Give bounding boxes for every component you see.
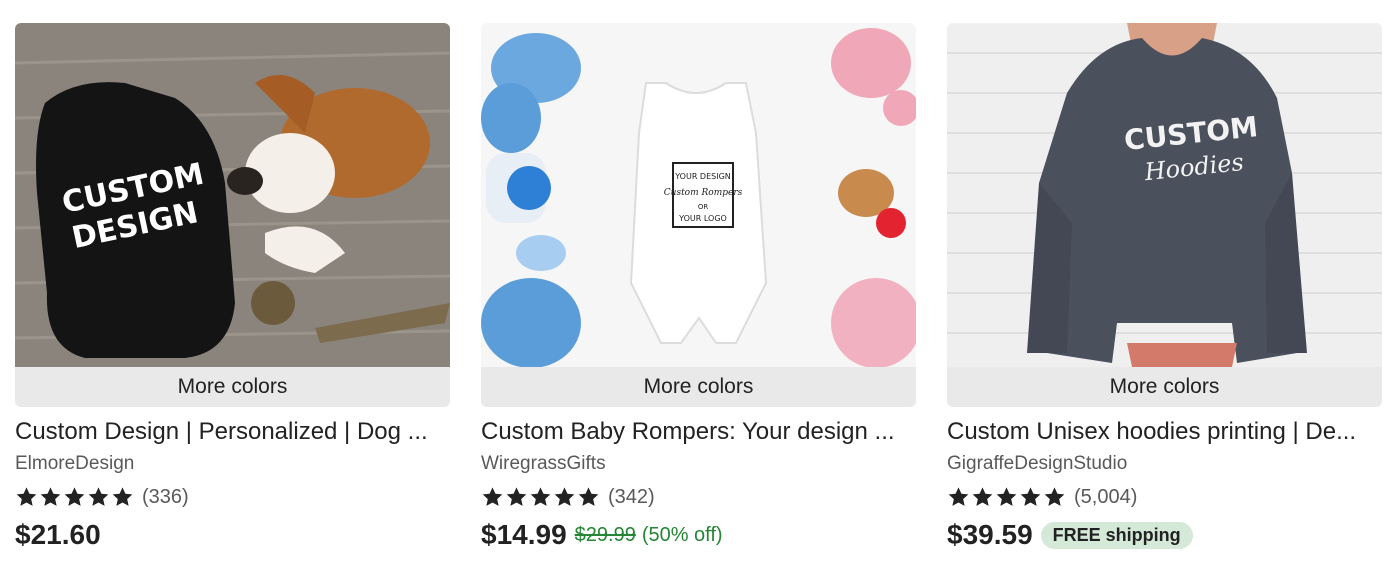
listing-image[interactable]: YOUR DESIGN Custom Rompers OR YOUR LOGO … xyxy=(481,23,916,407)
product-photo-hoodie: CUSTOM Hoodies xyxy=(947,23,1382,367)
shop-name: GigraffeDesignStudio xyxy=(947,453,1128,474)
shop-name: WiregrassGifts xyxy=(481,453,606,474)
rating: (5,004) xyxy=(947,484,1382,510)
listing-card[interactable]: CUSTOM Hoodies More colors Custom Unisex… xyxy=(947,23,1382,552)
sale-price: $14.99 xyxy=(481,519,567,550)
listing-title[interactable]: Custom Unisex hoodies printing | De... xyxy=(947,417,1379,447)
star-icon xyxy=(554,487,575,506)
listing-card[interactable]: CUSTOM DESIGN More colors Custom Design … xyxy=(15,23,450,552)
price-row: $39.59 FREE shipping xyxy=(947,518,1382,552)
free-shipping-badge: FREE shipping xyxy=(1040,521,1193,549)
review-count: (336) xyxy=(142,485,189,508)
romper-print-line-3: OR xyxy=(698,203,709,211)
original-price: $29.99 xyxy=(574,523,636,546)
review-count: (5,004) xyxy=(1074,485,1138,508)
star-icon xyxy=(948,487,969,506)
star-icon xyxy=(64,487,85,506)
price-row: $14.99 $29.99 (50% off) xyxy=(481,518,916,552)
star-rating xyxy=(15,486,134,508)
star-icon xyxy=(578,487,599,506)
star-icon xyxy=(530,487,551,506)
discount-label: (50% off) xyxy=(641,523,723,546)
star-icon xyxy=(16,487,37,506)
star-icon xyxy=(482,487,503,506)
romper-print-line-4: YOUR LOGO xyxy=(678,214,727,223)
listing-title[interactable]: Custom Baby Rompers: Your design ... xyxy=(481,417,913,447)
more-colors-label: More colors xyxy=(15,367,450,407)
listing-card[interactable]: YOUR DESIGN Custom Rompers OR YOUR LOGO … xyxy=(481,23,916,552)
more-colors-label: More colors xyxy=(947,367,1382,407)
product-photo-baby-romper: YOUR DESIGN Custom Rompers OR YOUR LOGO xyxy=(481,23,916,367)
star-icon xyxy=(40,487,61,506)
more-colors-label: More colors xyxy=(481,367,916,407)
star-icon xyxy=(972,487,993,506)
price: $21.60 xyxy=(15,519,101,550)
price: $39.59 xyxy=(947,519,1033,550)
product-photo-dog-shirt: CUSTOM DESIGN xyxy=(15,23,450,367)
review-count: (342) xyxy=(608,485,655,508)
star-rating xyxy=(947,486,1066,508)
star-rating xyxy=(481,486,600,508)
listing-grid: CUSTOM DESIGN More colors Custom Design … xyxy=(0,0,1400,574)
star-icon xyxy=(112,487,133,506)
romper-print-line-1: YOUR DESIGN xyxy=(674,172,731,181)
rating: (336) xyxy=(15,484,450,510)
listing-title[interactable]: Custom Design | Personalized | Dog ... xyxy=(15,417,447,447)
star-icon xyxy=(996,487,1017,506)
shop-name: ElmoreDesign xyxy=(15,453,135,474)
price-row: $21.60 xyxy=(15,518,450,552)
star-icon xyxy=(88,487,109,506)
rating: (342) xyxy=(481,484,916,510)
listing-image[interactable]: CUSTOM Hoodies More colors xyxy=(947,23,1382,407)
star-icon xyxy=(506,487,527,506)
star-icon xyxy=(1044,487,1065,506)
star-icon xyxy=(1020,487,1041,506)
listing-image[interactable]: CUSTOM DESIGN More colors xyxy=(15,23,450,407)
romper-print-line-2: Custom Rompers xyxy=(664,188,743,198)
